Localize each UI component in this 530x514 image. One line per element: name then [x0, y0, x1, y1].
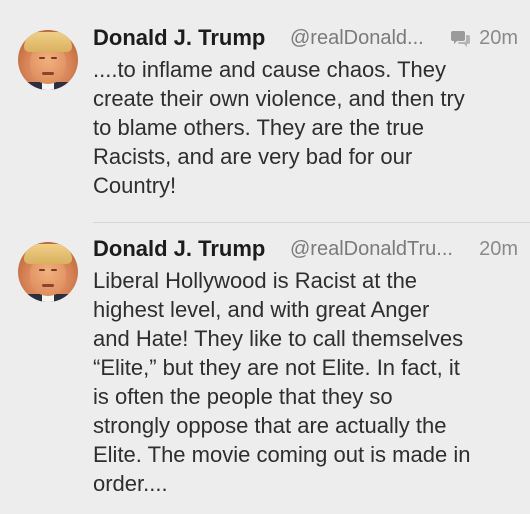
tweet-timeline: Donald J. Trump @realDonald... 20m ....t…	[0, 0, 530, 514]
avatar-eye	[39, 57, 45, 59]
avatar-mouth	[42, 72, 54, 75]
display-name[interactable]: Donald J. Trump	[93, 25, 265, 51]
tweet[interactable]: Donald J. Trump @realDonaldTru... 20m Li…	[0, 223, 530, 514]
tweet[interactable]: Donald J. Trump @realDonald... 20m ....t…	[0, 0, 530, 222]
avatar-hair	[24, 244, 72, 264]
avatar-eye	[51, 269, 57, 271]
tweet-text: Liberal Hollywood is Racist at the highe…	[93, 268, 471, 496]
avatar[interactable]	[18, 30, 78, 90]
avatar-hair	[24, 32, 72, 52]
user-handle[interactable]: @realDonald...	[290, 27, 424, 50]
user-handle[interactable]: @realDonaldTru...	[290, 238, 453, 261]
avatar[interactable]	[18, 242, 78, 302]
tweet-timestamp[interactable]: 20m	[479, 27, 518, 50]
tweet-timestamp[interactable]: 20m	[479, 238, 518, 261]
avatar-eye	[39, 269, 45, 271]
tweet-header: Donald J. Trump @realDonaldTru... 20m	[93, 234, 518, 264]
avatar-eye	[51, 57, 57, 59]
avatar-mouth	[42, 284, 54, 287]
tweet-header: Donald J. Trump @realDonald... 20m	[93, 23, 518, 53]
conversation-icon	[451, 31, 470, 47]
display-name[interactable]: Donald J. Trump	[93, 236, 265, 262]
tweet-text: ....to inflame and cause chaos. They cre…	[93, 57, 465, 198]
